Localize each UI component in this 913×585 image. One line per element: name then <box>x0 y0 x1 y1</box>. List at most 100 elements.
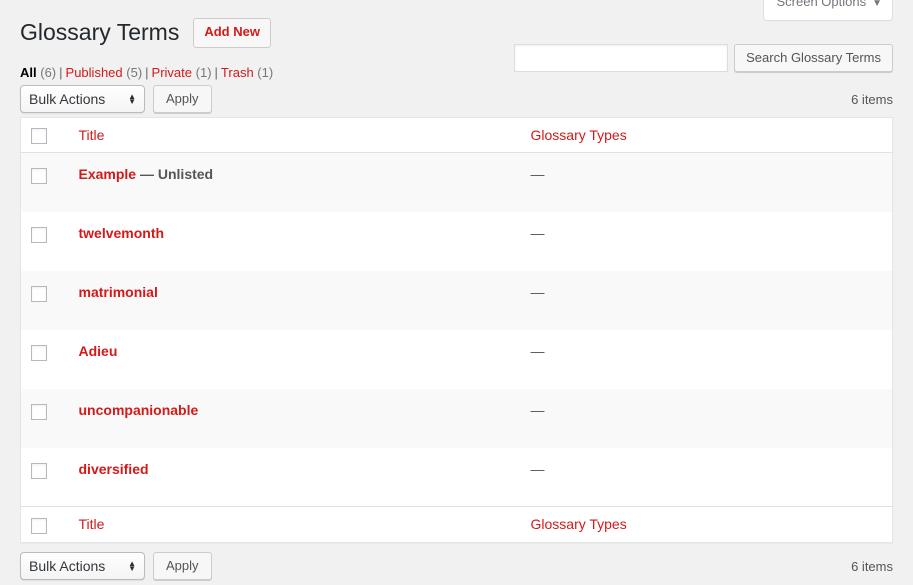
row-title-link[interactable]: Adieu <box>79 343 118 359</box>
search-input[interactable] <box>514 44 728 72</box>
row-types-value: — <box>531 284 545 300</box>
filter-separator: | <box>56 65 65 80</box>
row-types-cell: — <box>521 330 893 389</box>
filter-count-private: (1) <box>196 65 212 80</box>
content-wrap: Glossary Terms Add New All (6)|Published… <box>0 0 913 580</box>
apply-button-top[interactable]: Apply <box>153 85 212 113</box>
column-footer-title: Title <box>69 507 521 542</box>
page-title: Glossary Terms <box>20 9 179 51</box>
screen-options-label: Screen Options <box>776 0 866 9</box>
row-title-link[interactable]: Example <box>79 166 137 182</box>
row-types-value: — <box>531 225 545 241</box>
glossary-terms-table: Title Glossary Types Example — Unlisted <box>20 117 893 543</box>
row-title-cell: diversified <box>69 448 521 507</box>
row-types-cell: — <box>521 212 893 271</box>
tablenav-pages-bottom: 6 items <box>851 552 893 580</box>
row-types-value: — <box>531 166 545 182</box>
filter-item-published: Published (5)| <box>66 63 152 83</box>
row-title-cell: matrimonial <box>69 271 521 330</box>
filter-item-all: All (6)| <box>20 63 66 83</box>
row-select-cell <box>21 448 69 507</box>
row-types-cell: — <box>521 153 893 212</box>
bulk-actions-top: Bulk Actions ▲▼ Apply <box>20 85 212 113</box>
row-title-link[interactable]: matrimonial <box>79 284 158 300</box>
sort-link-types-bottom[interactable]: Glossary Types <box>531 516 627 532</box>
row-select-cell <box>21 271 69 330</box>
sort-link-title-bottom[interactable]: Title <box>79 516 105 532</box>
row-types-value: — <box>531 461 545 477</box>
table-row: uncompanionable — <box>21 389 893 448</box>
table-row: Adieu — <box>21 330 893 389</box>
filter-separator: | <box>212 65 221 80</box>
row-post-state: — Unlisted <box>140 166 213 182</box>
bulk-actions-select-wrap-bottom: Bulk Actions ▲▼ <box>20 552 145 580</box>
row-title-cell: Adieu <box>69 330 521 389</box>
chevron-down-icon: ▼ <box>872 0 882 9</box>
column-footer-types: Glossary Types <box>521 507 893 542</box>
table-footer-row: Title Glossary Types <box>21 507 893 542</box>
filter-link-trash[interactable]: Trash <box>221 65 254 80</box>
row-checkbox[interactable] <box>31 168 47 184</box>
table-row: diversified — <box>21 448 893 507</box>
table-row: twelvemonth — <box>21 212 893 271</box>
row-select-cell <box>21 212 69 271</box>
apply-button-bottom[interactable]: Apply <box>153 552 212 580</box>
filter-link-private[interactable]: Private <box>152 65 192 80</box>
row-title-link[interactable]: diversified <box>79 461 149 477</box>
filter-count-published: (5) <box>126 65 142 80</box>
select-all-checkbox-top[interactable] <box>31 128 47 144</box>
filter-item-private: Private (1)| <box>152 63 221 83</box>
row-types-value: — <box>531 343 545 359</box>
row-title-link[interactable]: uncompanionable <box>79 402 199 418</box>
row-checkbox[interactable] <box>31 345 47 361</box>
row-checkbox[interactable] <box>31 286 47 302</box>
row-checkbox[interactable] <box>31 404 47 420</box>
items-count-bottom: 6 items <box>851 559 893 574</box>
filter-count-all: (6) <box>40 65 56 80</box>
select-all-header <box>21 118 69 153</box>
column-header-title: Title <box>69 118 521 153</box>
row-select-cell <box>21 389 69 448</box>
table-row: Example — Unlisted — <box>21 153 893 212</box>
select-all-footer <box>21 507 69 542</box>
tablenav-pages-top: 6 items <box>851 85 893 113</box>
items-count-top: 6 items <box>851 92 893 107</box>
row-select-cell <box>21 330 69 389</box>
row-title-link[interactable]: twelvemonth <box>79 225 165 241</box>
row-types-cell: — <box>521 448 893 507</box>
admin-page: Screen Options ▼ Glossary Terms Add New A… <box>0 0 913 585</box>
row-checkbox[interactable] <box>31 227 47 243</box>
row-select-cell <box>21 153 69 212</box>
row-types-cell: — <box>521 271 893 330</box>
tablenav-top: Bulk Actions ▲▼ Apply 6 items <box>20 83 893 113</box>
table-row: matrimonial — <box>21 271 893 330</box>
select-all-checkbox-bottom[interactable] <box>31 518 47 534</box>
bulk-actions-select-wrap-top: Bulk Actions ▲▼ <box>20 85 145 113</box>
search-submit-button[interactable]: Search Glossary Terms <box>734 44 893 72</box>
table-body: Example — Unlisted — twelvemonth <box>21 153 893 507</box>
filter-link-published[interactable]: Published <box>66 65 123 80</box>
bulk-actions-select-bottom[interactable]: Bulk Actions <box>20 552 145 580</box>
sort-link-types-top[interactable]: Glossary Types <box>531 127 627 143</box>
row-types-value: — <box>531 402 545 418</box>
row-title-cell: Example — Unlisted <box>69 153 521 212</box>
column-header-types: Glossary Types <box>521 118 893 153</box>
bulk-actions-select-top[interactable]: Bulk Actions <box>20 85 145 113</box>
sort-link-title-top[interactable]: Title <box>79 127 105 143</box>
table-header-row: Title Glossary Types <box>21 118 893 153</box>
row-checkbox[interactable] <box>31 463 47 479</box>
table-foot: Title Glossary Types <box>21 507 893 542</box>
search-box: Search Glossary Terms <box>514 44 893 72</box>
row-title-cell: twelvemonth <box>69 212 521 271</box>
screen-options-toggle[interactable]: Screen Options ▼ <box>763 0 893 21</box>
filter-count-trash: (1) <box>257 65 273 80</box>
table-head: Title Glossary Types <box>21 118 893 153</box>
filter-link-all[interactable]: All <box>20 65 37 80</box>
filter-separator: | <box>142 65 151 80</box>
row-title-cell: uncompanionable <box>69 389 521 448</box>
row-types-cell: — <box>521 389 893 448</box>
status-filter-links: All (6)|Published (5)|Private (1)|Trash … <box>20 63 273 83</box>
add-new-button[interactable]: Add New <box>193 18 271 47</box>
tablenav-bottom: Bulk Actions ▲▼ Apply 6 items <box>20 550 893 580</box>
filter-item-trash: Trash (1) <box>221 63 273 83</box>
